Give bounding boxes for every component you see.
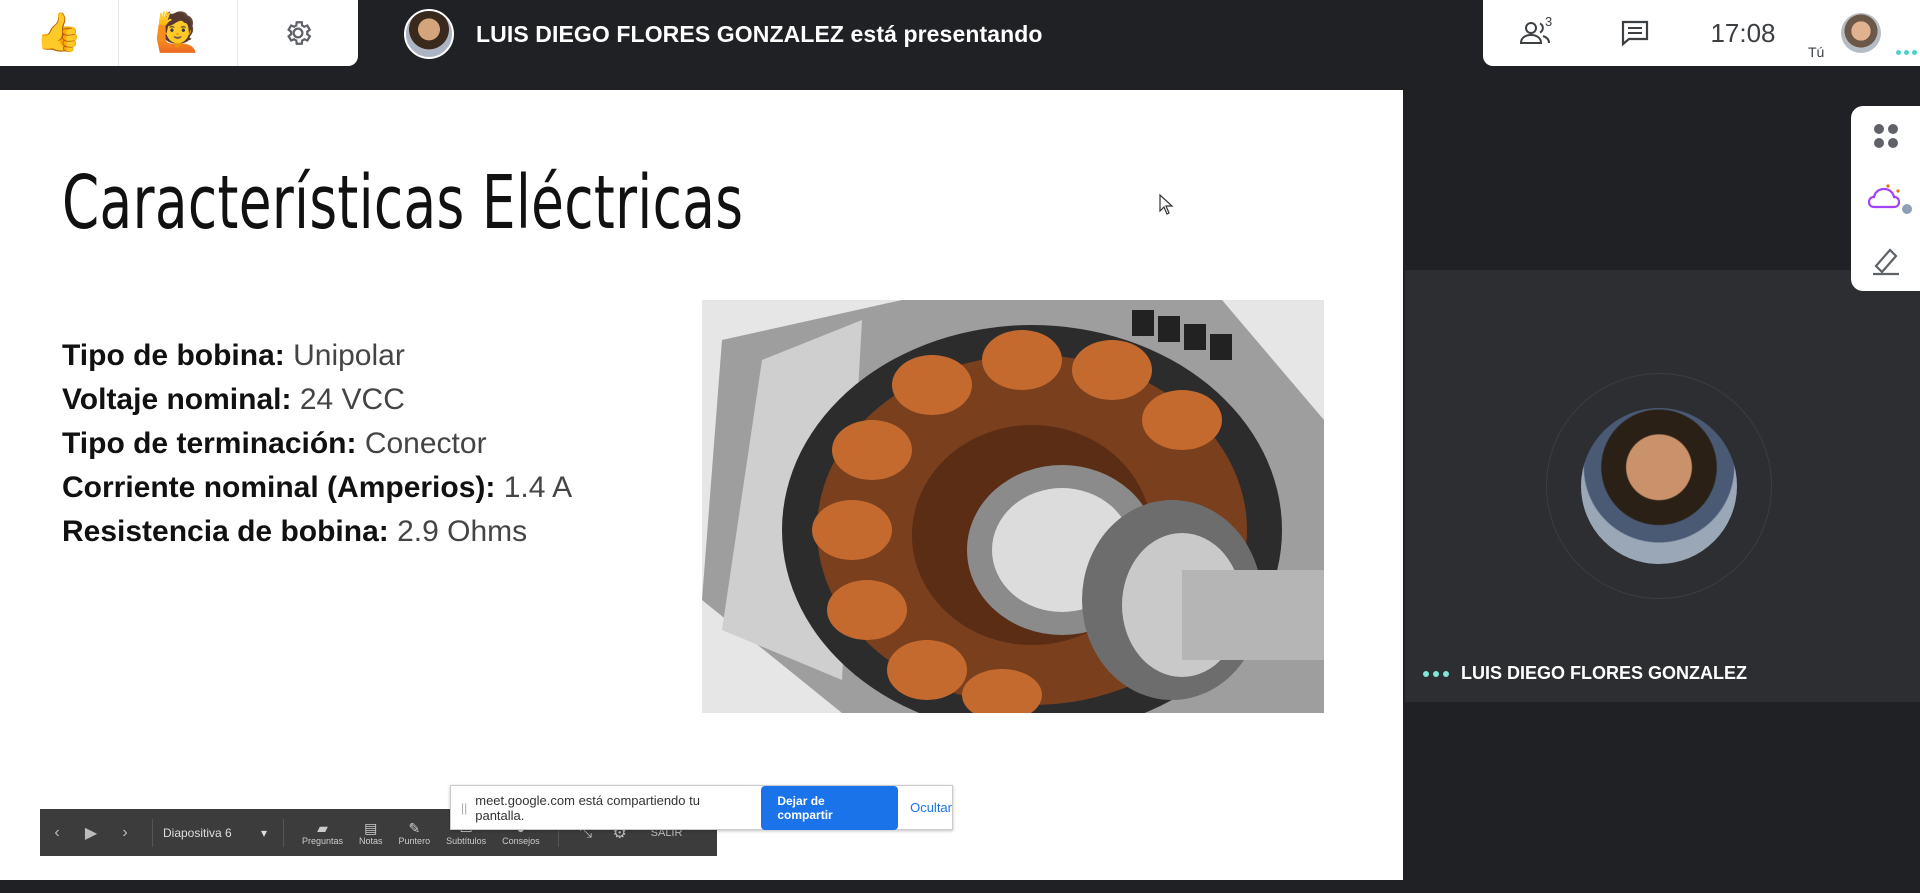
raise-hand-button[interactable]: 🙋 (119, 0, 238, 66)
spec-row: Resistencia de bobina: 2.9 Ohms (62, 515, 528, 548)
meeting-controls-pill: 3 17:08 (1483, 0, 1803, 66)
people-button[interactable]: 3 (1483, 0, 1587, 66)
speaking-indicator-icon (1423, 670, 1449, 677)
apps-button[interactable] (1866, 117, 1906, 157)
questions-button[interactable]: ▰ Preguntas (302, 820, 343, 846)
slide-selector[interactable]: Diapositiva 6 ▾ (163, 826, 273, 840)
previous-slide-button[interactable]: ‹ (40, 824, 74, 842)
drag-handle-icon[interactable]: || (461, 801, 467, 815)
participant-avatar (1581, 408, 1737, 564)
weather-cloud-icon (1867, 184, 1900, 209)
highlighter-icon (1872, 248, 1899, 276)
participant-name-label: LUIS DIEGO FLORES GONZALEZ (1423, 663, 1747, 684)
play-button[interactable]: ▶ (74, 823, 108, 843)
presenter-avatar (404, 9, 454, 59)
screen-share-notice: || meet.google.com está compartiendo tu … (450, 785, 953, 830)
presenter-text: LUIS DIEGO FLORES GONZALEZ está presenta… (476, 20, 1043, 47)
gear-icon (286, 21, 311, 45)
spec-row: Tipo de terminación: Conector (62, 427, 487, 460)
pointer-button[interactable]: ✎ Puntero (399, 820, 431, 846)
pointer-icon: ✎ (408, 819, 421, 836)
apps-grid-icon (1873, 123, 1898, 148)
participant-name: LUIS DIEGO FLORES GONZALEZ (1461, 663, 1748, 683)
participant-tile: LUIS DIEGO FLORES GONZALEZ (1405, 270, 1920, 702)
hide-link[interactable]: Ocultar (910, 800, 952, 815)
motor-stator-image (702, 300, 1324, 713)
clock: 17:08 (1710, 17, 1776, 48)
next-slide-button[interactable]: › (108, 824, 142, 842)
spec-list: Tipo de bobina: Unipolar Voltaje nominal… (62, 334, 572, 554)
reactions-pill: 👍 🙋 (0, 0, 358, 66)
spec-row: Tipo de bobina: Unipolar (62, 339, 405, 372)
top-bar: 👍 🙋 LUIS DIEGO FLORES GONZALEZ está pres… (0, 0, 1920, 88)
mouse-cursor-icon (1159, 194, 1174, 215)
participant-count: 3 (1545, 14, 1553, 29)
self-avatar (1841, 13, 1881, 53)
chevron-down-icon: ▾ (260, 825, 267, 840)
self-view-tile[interactable]: Tú (1803, 0, 1920, 66)
raise-hand-icon: 🙋 (154, 12, 202, 54)
slide-title: Características Eléctricas (62, 160, 744, 246)
avatar-ring (1546, 373, 1772, 599)
chat-icon (1621, 20, 1649, 47)
settings-button[interactable] (238, 0, 357, 66)
self-speaking-indicator (1896, 50, 1917, 55)
share-notice-text: meet.google.com está compartiendo tu pan… (475, 792, 700, 823)
annotate-button[interactable] (1866, 240, 1906, 280)
spec-row: Corriente nominal (Amperios): 1.4 A (62, 471, 573, 504)
questions-icon: ▰ (317, 819, 328, 836)
thumbs-up-icon: 👍 (35, 12, 83, 54)
meet-window: 👍 🙋 LUIS DIEGO FLORES GONZALEZ está pres… (0, 0, 1920, 893)
spec-row: Voltaje nominal: 24 VCC (62, 383, 405, 416)
presenter-info: LUIS DIEGO FLORES GONZALEZ está presenta… (404, 9, 1043, 59)
stop-sharing-button[interactable]: Dejar de compartir (761, 785, 899, 830)
chat-button[interactable] (1587, 0, 1683, 66)
weather-badge (1899, 202, 1914, 217)
thumbs-up-button[interactable]: 👍 (0, 0, 119, 66)
weather-button[interactable] (1866, 178, 1914, 218)
presentation-slide: Características Eléctricas Tipo de bobin… (0, 90, 1403, 880)
notes-button[interactable]: ▤ Notas (359, 820, 383, 846)
self-label: Tú (1808, 44, 1825, 60)
notes-icon: ▤ (364, 819, 378, 836)
side-toolbar (1851, 106, 1920, 291)
